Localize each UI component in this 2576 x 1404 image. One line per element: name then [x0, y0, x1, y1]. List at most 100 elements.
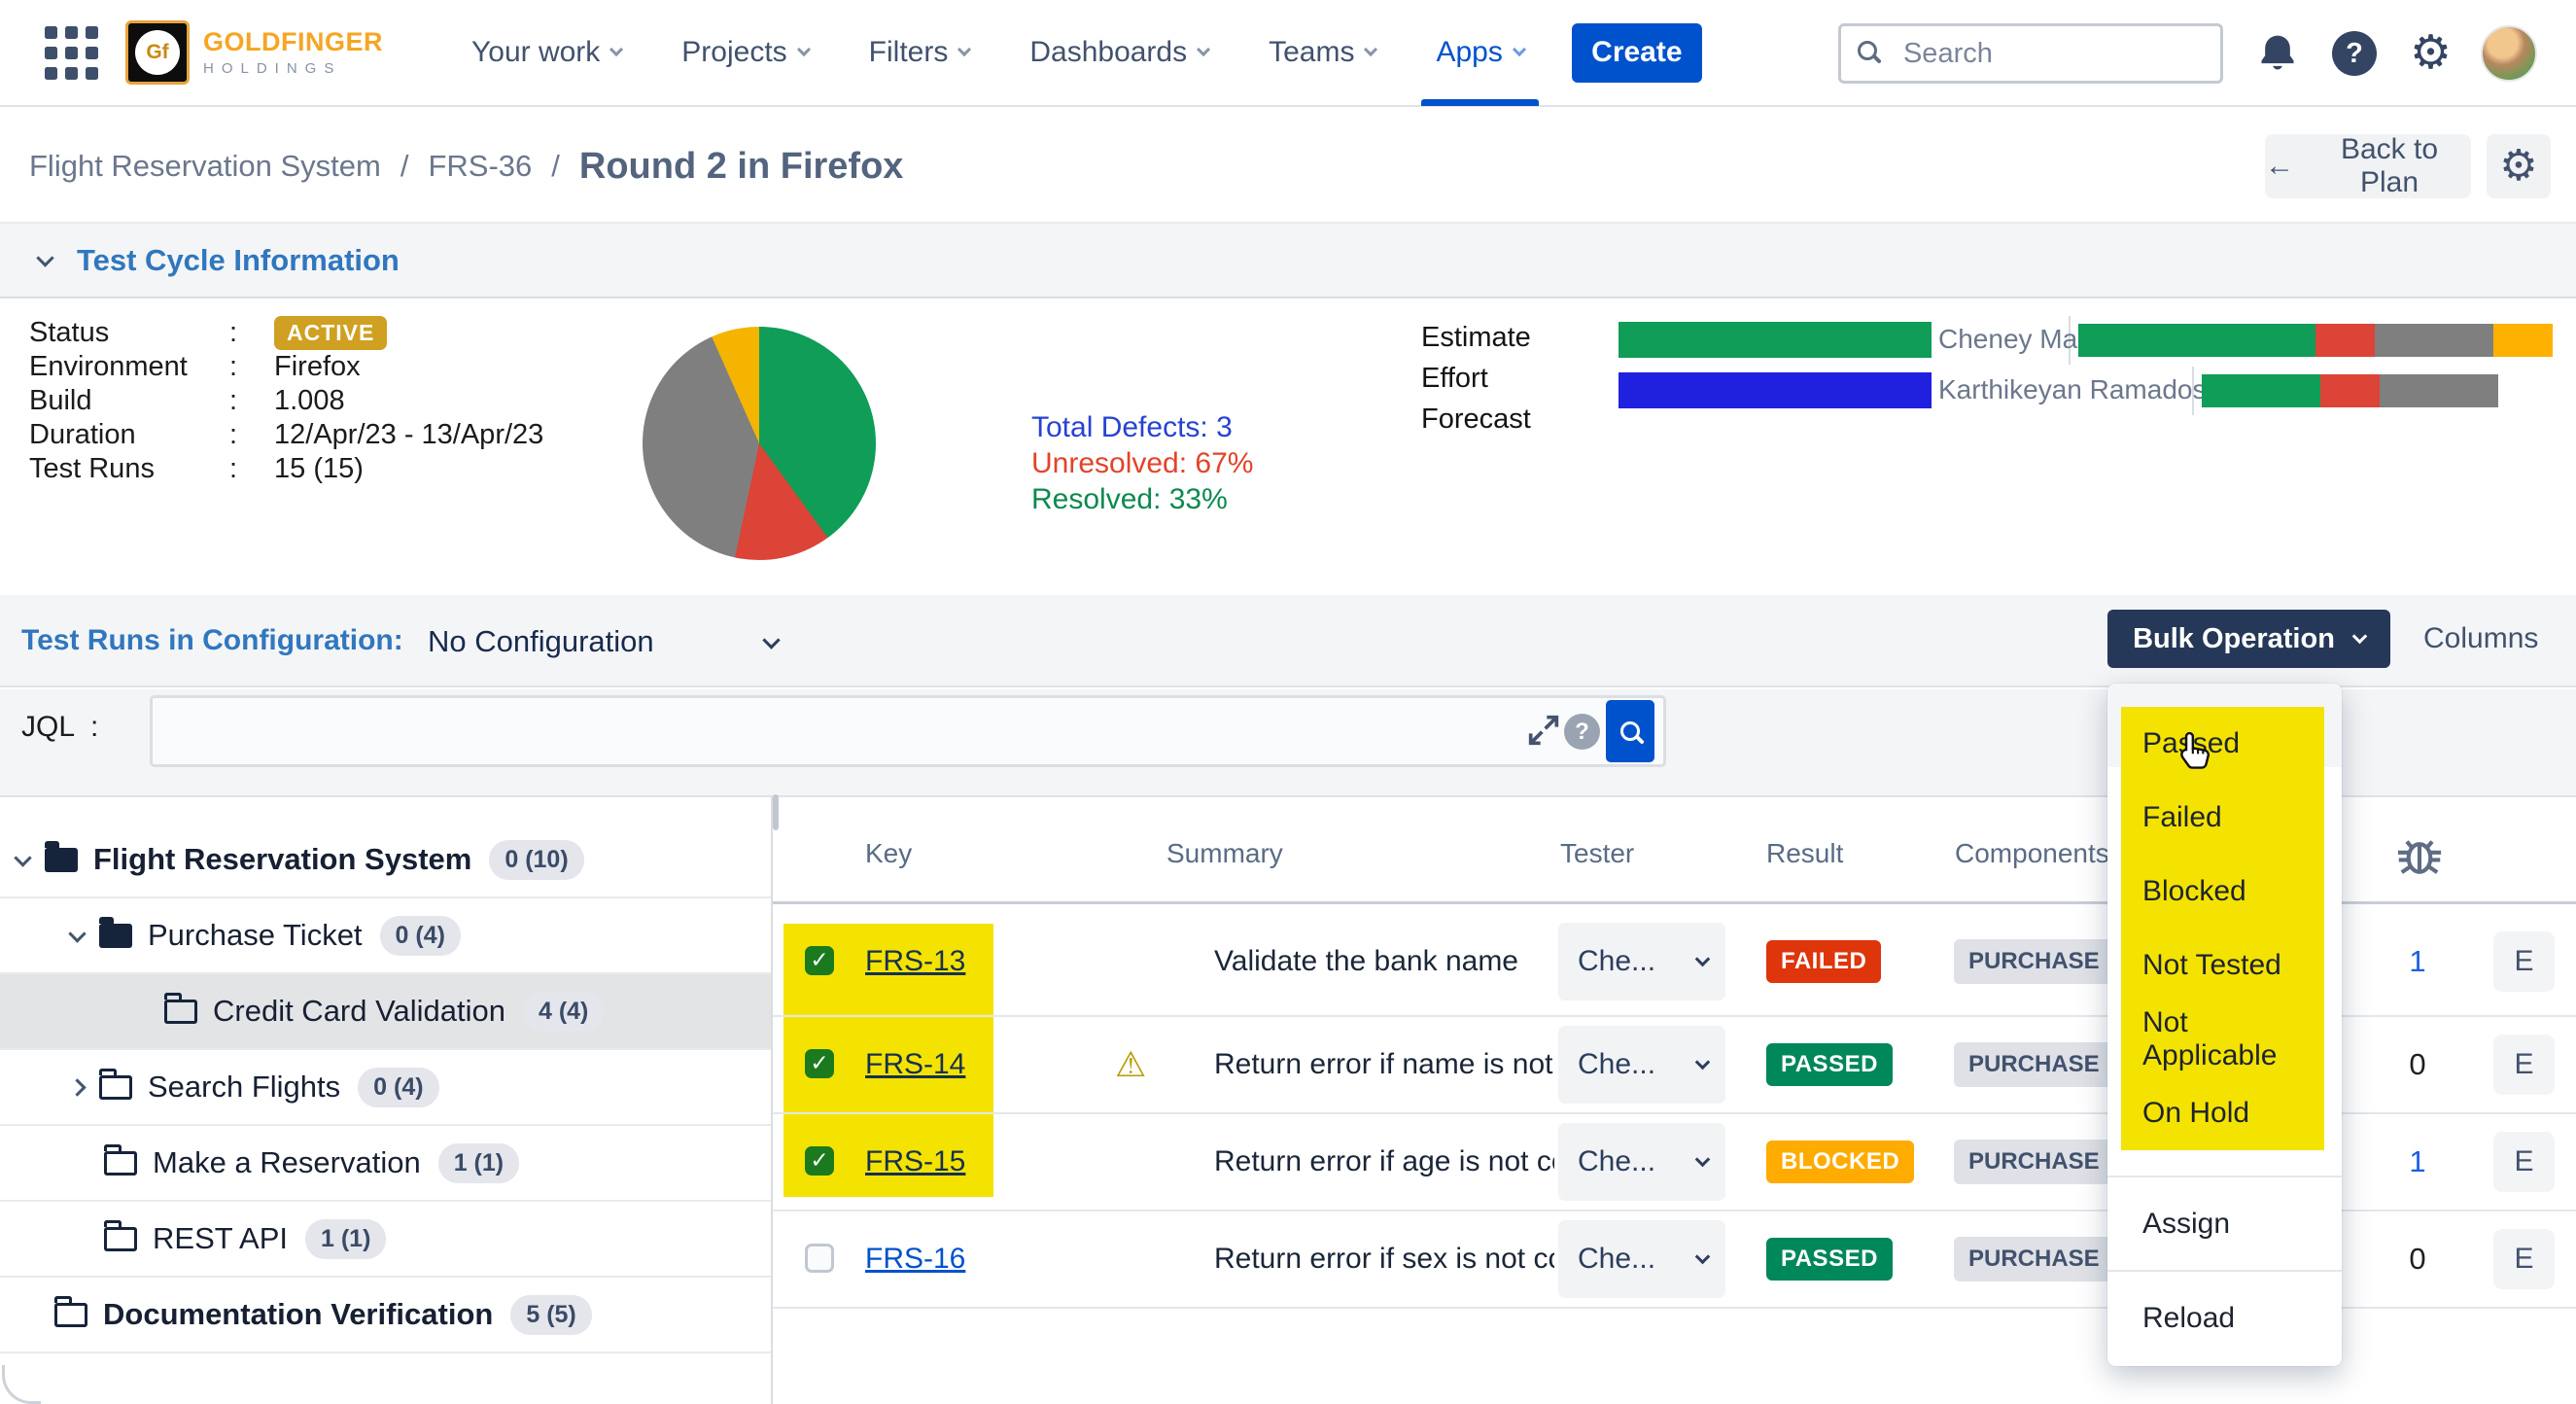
chevron-down-icon — [1695, 1055, 1711, 1071]
jql-help-icon[interactable]: ? — [1564, 714, 1600, 750]
app-switcher-icon[interactable] — [45, 26, 98, 80]
column-header-result[interactable]: Result — [1766, 838, 1843, 869]
top-navigation-bar: Gf GOLDFINGER HOLDINGS Your work Project… — [0, 0, 2576, 107]
row-checkbox[interactable] — [805, 1049, 834, 1078]
defect-count: 0 — [2386, 1047, 2449, 1082]
folder-icon — [45, 848, 78, 872]
breadcrumb-project-link[interactable]: Flight Reservation System — [29, 149, 381, 184]
defect-count[interactable]: 1 — [2386, 1144, 2449, 1179]
testrun-key-link[interactable]: FRS-14 — [865, 1048, 965, 1081]
tree-item-make-a-reservation[interactable]: Make a Reservation 1 (1) — [0, 1126, 771, 1202]
goldfinger-logo[interactable]: Gf — [125, 20, 190, 85]
jql-label: JQL — [21, 711, 75, 744]
search-input[interactable] — [1838, 23, 2223, 84]
row-checkbox[interactable] — [805, 1146, 834, 1176]
tester-select[interactable]: Che... — [1558, 1123, 1725, 1201]
left-arrow-icon: ← — [2265, 150, 2294, 183]
chevron-down-icon[interactable] — [14, 849, 31, 866]
execute-button[interactable]: E — [2493, 931, 2555, 992]
menu-item-failed[interactable]: Failed — [2121, 781, 2324, 855]
tree-item-credit-card-validation[interactable]: Credit Card Validation 4 (4) — [0, 974, 771, 1050]
menu-item-blocked[interactable]: Blocked — [2121, 855, 2324, 929]
testrun-key-link[interactable]: FRS-13 — [865, 945, 965, 978]
defect-count: 0 — [2386, 1242, 2449, 1277]
configuration-select[interactable]: No Configuration — [428, 616, 778, 667]
workload-segment — [2320, 374, 2380, 407]
folder-icon — [104, 1151, 137, 1176]
tree-item-search-flights[interactable]: Search Flights 0 (4) — [0, 1050, 771, 1126]
settings-gear-icon[interactable]: ⚙ — [2410, 30, 2452, 77]
execute-button[interactable]: E — [2493, 1035, 2555, 1095]
menu-item-on-hold[interactable]: On Hold — [2121, 1076, 2324, 1150]
execute-button[interactable]: E — [2493, 1229, 2555, 1289]
jql-input[interactable] — [150, 695, 1666, 767]
unresolved-label: Unresolved: 67% — [1031, 445, 1253, 481]
create-button[interactable]: Create — [1572, 23, 1702, 83]
tester-select[interactable]: Che... — [1558, 1026, 1725, 1104]
select-all-checkbox[interactable] — [773, 794, 779, 830]
folder-icon — [99, 1075, 132, 1100]
component-badge: PURCHASE .. — [1954, 939, 2134, 984]
result-badge[interactable]: FAILED — [1766, 940, 1881, 983]
notifications-bell-icon[interactable] — [2256, 31, 2299, 76]
column-header-components[interactable]: Components — [1955, 838, 2109, 869]
menu-item-reload[interactable]: Reload — [2107, 1270, 2342, 1364]
defect-count[interactable]: 1 — [2386, 944, 2449, 979]
chevron-down-icon — [1513, 43, 1526, 56]
tree-item-flight-reservation-system[interactable]: Flight Reservation System 0 (10) — [0, 823, 771, 898]
workload-segment — [2078, 324, 2315, 357]
cycle-settings-gear-button[interactable]: ⚙ — [2487, 134, 2551, 198]
chevron-right-icon[interactable] — [68, 1078, 86, 1096]
tree-item-rest-api[interactable]: REST API 1 (1) — [0, 1202, 771, 1278]
menu-item-passed[interactable]: Passed — [2121, 707, 2324, 781]
row-checkbox[interactable] — [805, 1244, 834, 1273]
testrun-key-link[interactable]: FRS-16 — [865, 1243, 965, 1276]
count-badge: 4 (4) — [523, 992, 604, 1032]
back-to-plan-button[interactable]: ← Back to Plan — [2265, 134, 2471, 198]
menu-item-assign[interactable]: Assign — [2107, 1176, 2342, 1270]
result-badge[interactable]: PASSED — [1766, 1043, 1893, 1086]
tester-select[interactable]: Che... — [1558, 1220, 1725, 1298]
bulk-operation-button[interactable]: Bulk Operation — [2107, 610, 2390, 668]
chevron-down-icon — [1197, 43, 1210, 56]
effort-bar — [1619, 372, 1932, 408]
result-badge[interactable]: PASSED — [1766, 1238, 1893, 1281]
breadcrumb-issue-link[interactable]: FRS-36 — [428, 149, 532, 184]
collapse-chevron-icon[interactable] — [36, 249, 53, 266]
nav-teams[interactable]: Teams — [1238, 0, 1406, 106]
testrun-key-link[interactable]: FRS-15 — [865, 1145, 965, 1178]
nav-filters[interactable]: Filters — [839, 0, 1000, 106]
column-header-key[interactable]: Key — [865, 838, 912, 869]
menu-item-not-tested[interactable]: Not Tested — [2121, 929, 2324, 1002]
chevron-down-icon — [797, 43, 811, 56]
nav-apps[interactable]: Apps — [1406, 0, 1553, 106]
help-icon[interactable]: ? — [2332, 31, 2377, 76]
test-runs-config-bar: Test Runs in Configuration: No Configura… — [0, 595, 2576, 687]
result-badge[interactable]: BLOCKED — [1766, 1141, 1914, 1183]
columns-button[interactable]: Columns — [2423, 622, 2538, 655]
test-cycle-information-panel: Status : ACTIVE Environment : Firefox Bu… — [0, 300, 2576, 595]
nav-your-work[interactable]: Your work — [441, 0, 651, 106]
user-avatar[interactable] — [2481, 25, 2537, 82]
tree-item-documentation-verification[interactable]: Documentation Verification 5 (5) — [0, 1278, 771, 1353]
menu-item-not-applicable[interactable]: Not Applicable — [2121, 1002, 2324, 1076]
nav-dashboards[interactable]: Dashboards — [999, 0, 1238, 106]
forecast-label: Forecast — [1421, 404, 1531, 436]
column-header-summary[interactable]: Summary — [1166, 838, 1283, 869]
row-checkbox[interactable] — [805, 946, 834, 975]
nav-projects[interactable]: Projects — [651, 0, 838, 106]
jql-search-button[interactable] — [1606, 700, 1654, 762]
component-badge: PURCHASE .. — [1954, 1237, 2134, 1281]
expand-icon[interactable] — [1524, 711, 1563, 750]
tester-select[interactable]: Che... — [1558, 923, 1725, 1000]
test-cycle-information-header[interactable]: Test Cycle Information — [0, 224, 2576, 298]
tester-name: Karthikeyan Ramadoss — [1938, 374, 2219, 405]
resolved-label: Resolved: 33% — [1031, 481, 1253, 517]
tree-item-purchase-ticket[interactable]: Purchase Ticket 0 (4) — [0, 898, 771, 974]
column-header-tester[interactable]: Tester — [1560, 838, 1634, 869]
execute-button[interactable]: E — [2493, 1132, 2555, 1192]
chevron-down-icon — [2352, 629, 2368, 645]
chevron-down-icon — [1695, 1152, 1711, 1168]
warning-icon: ⚠ — [1115, 1044, 1146, 1085]
chevron-down-icon[interactable] — [68, 925, 86, 942]
